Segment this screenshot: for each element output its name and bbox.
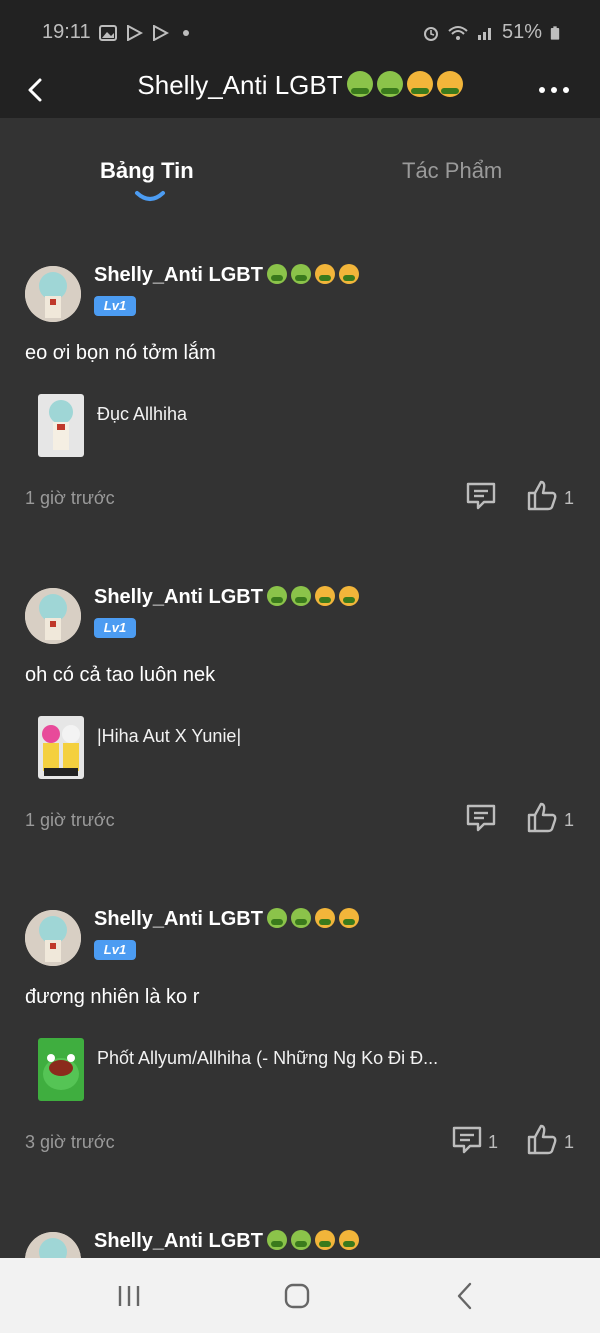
work-title[interactable]: Đục Allhiha	[97, 404, 187, 425]
post-author[interactable]: Shelly_Anti LGBT	[94, 264, 359, 287]
post-time: 1 giờ trước	[25, 810, 115, 830]
feed-post: Shelly_Anti LGBT Lv1 eo ơi bọn nó tởm lắ…	[0, 238, 600, 538]
more-options-icon	[539, 87, 569, 93]
status-time: 19:11	[42, 21, 91, 43]
like-count: 1	[564, 1132, 575, 1152]
nauseated-face-emoji	[290, 908, 311, 928]
author-avatar[interactable]	[25, 588, 81, 644]
vomiting-face-emoji	[314, 1230, 335, 1250]
like-thumb-icon	[527, 802, 557, 833]
comment-icon	[466, 804, 496, 832]
tab-bar: Bảng Tin Tác Phẩm	[0, 118, 600, 218]
comment-count: 1	[488, 1132, 499, 1152]
status-right: 51%	[422, 21, 560, 44]
post-time: 3 giờ trước	[25, 1132, 115, 1152]
work-title[interactable]: |Hiha Aut X Yunie|	[97, 726, 241, 747]
nauseated-face-emoji	[266, 908, 287, 928]
play-notification-icon	[126, 24, 143, 41]
level-badge: Lv1	[94, 618, 136, 638]
nav-back-icon	[457, 1282, 472, 1310]
nav-home-icon	[284, 1283, 310, 1309]
post-author[interactable]: Shelly_Anti LGBT	[94, 1230, 359, 1253]
battery-icon	[550, 25, 560, 40]
like-count: 1	[564, 488, 575, 508]
gallery-notification-icon	[98, 24, 117, 41]
level-badge: Lv1	[94, 940, 136, 960]
like-button[interactable]	[526, 1122, 558, 1156]
nauseated-face-emoji	[290, 1230, 311, 1250]
comment-button[interactable]	[450, 1124, 484, 1156]
battery-level: 51%	[501, 21, 542, 43]
vomiting-face-emoji	[338, 1230, 359, 1250]
status-left: 19:11	[42, 21, 189, 44]
level-badge: Lv1	[94, 296, 136, 316]
author-avatar[interactable]	[25, 910, 81, 966]
signal-icon	[477, 27, 491, 40]
vomiting-face-emoji	[338, 264, 359, 284]
comment-icon	[466, 482, 496, 510]
nav-home-button[interactable]	[280, 1280, 314, 1312]
vomiting-face-emoji	[338, 586, 359, 606]
feed-post: Shelly_Anti LGBT Lv1 đương nhiên là ko r…	[0, 882, 600, 1182]
post-author[interactable]: Shelly_Anti LGBT	[94, 908, 359, 931]
nav-recents-button[interactable]	[112, 1280, 146, 1312]
post-author-name: Shelly_Anti LGBT	[94, 264, 263, 286]
app-header: Shelly_Anti LGBT	[0, 62, 600, 118]
vomiting-face-emoji	[314, 908, 335, 928]
play-notification-icon-2	[152, 24, 169, 41]
status-bar: 19:11 51%	[0, 0, 600, 62]
more-options-button[interactable]	[534, 76, 574, 104]
nav-recents-icon	[118, 1286, 140, 1306]
vomiting-face-emoji	[436, 71, 463, 97]
nauseated-face-emoji	[266, 1230, 287, 1250]
nav-back-button[interactable]	[448, 1280, 482, 1312]
like-thumb-icon	[527, 1124, 557, 1155]
page-title-text: Shelly_Anti LGBT	[137, 70, 343, 100]
work-thumbnail[interactable]	[38, 1038, 84, 1101]
author-avatar[interactable]	[25, 266, 81, 322]
vomiting-face-emoji	[406, 71, 433, 97]
like-button[interactable]	[526, 800, 558, 834]
like-button[interactable]	[526, 478, 558, 512]
comment-button[interactable]	[464, 480, 498, 512]
tab-news-feed[interactable]: Bảng Tin	[100, 158, 194, 184]
work-thumbnail[interactable]	[38, 716, 84, 779]
post-time: 1 giờ trước	[25, 488, 115, 508]
comment-icon	[452, 1126, 482, 1154]
nauseated-face-emoji	[290, 264, 311, 284]
nauseated-face-emoji	[346, 71, 373, 97]
feed-post: Shelly_Anti LGBT Lv1 oh có cả tao luôn n…	[0, 560, 600, 860]
post-text: eo ơi bọn nó tởm lắm	[25, 342, 216, 364]
post-text: oh có cả tao luôn nek	[25, 664, 216, 686]
like-thumb-icon	[527, 480, 557, 511]
nauseated-face-emoji	[266, 264, 287, 284]
work-title[interactable]: Phốt Allyum/Allhiha (- Những Ng Ko Đi Đ.…	[97, 1048, 438, 1069]
post-author[interactable]: Shelly_Anti LGBT	[94, 586, 359, 609]
tab-works[interactable]: Tác Phẩm	[402, 158, 502, 184]
post-author-name: Shelly_Anti LGBT	[94, 586, 263, 608]
vomiting-face-emoji	[338, 908, 359, 928]
work-thumbnail[interactable]	[38, 394, 84, 457]
page-title: Shelly_Anti LGBT	[0, 70, 600, 101]
post-author-name: Shelly_Anti LGBT	[94, 908, 263, 930]
feed-post: Shelly_Anti LGBT	[0, 1204, 600, 1258]
system-nav-bar	[0, 1258, 600, 1333]
post-author-name: Shelly_Anti LGBT	[94, 1230, 263, 1252]
active-tab-indicator	[135, 191, 165, 201]
alarm-icon	[423, 26, 438, 41]
comment-button[interactable]	[464, 802, 498, 834]
like-count: 1	[564, 810, 575, 830]
nauseated-face-emoji	[290, 586, 311, 606]
nauseated-face-emoji	[266, 586, 287, 606]
post-text: đương nhiên là ko r	[25, 986, 200, 1008]
vomiting-face-emoji	[314, 264, 335, 284]
author-avatar[interactable]	[25, 1232, 81, 1258]
nauseated-face-emoji	[376, 71, 403, 97]
dot-icon	[182, 29, 189, 36]
wifi-icon	[448, 25, 468, 40]
vomiting-face-emoji	[314, 586, 335, 606]
